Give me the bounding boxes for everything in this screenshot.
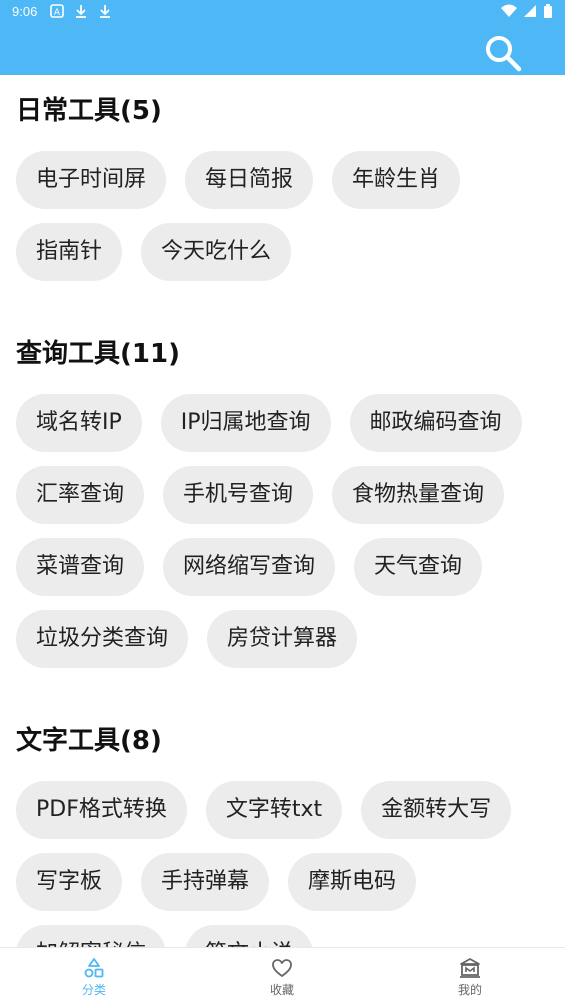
system-icons (501, 3, 553, 19)
tool-chip[interactable]: 加解密秘信 (16, 925, 167, 947)
tool-chip[interactable]: 菜谱查询 (16, 538, 145, 596)
chip-group: 域名转IP IP归属地查询 邮政编码查询 汇率查询 手机号查询 食物热量查询 菜… (16, 394, 556, 682)
nav-item-mine[interactable]: 我的 (410, 948, 530, 1004)
tool-chip[interactable]: 简文小说 (185, 925, 314, 947)
tool-chip[interactable]: 手机号查询 (163, 466, 314, 524)
search-icon[interactable] (484, 34, 522, 72)
notification-app-icon: A (50, 4, 64, 18)
section-text-tools: 文字工具(8) PDF格式转换 文字转txt 金额转大写 写字板 手持弹幕 摩斯… (16, 721, 556, 947)
tool-chip[interactable]: 垃圾分类查询 (16, 610, 189, 668)
wifi-icon (501, 4, 517, 17)
tool-chip[interactable]: 电子时间屏 (16, 151, 167, 209)
tool-chip[interactable]: 邮政编码查询 (349, 394, 522, 452)
tool-chip[interactable]: 写字板 (16, 853, 123, 911)
nav-label: 我的 (457, 983, 482, 997)
svg-text:A: A (54, 8, 61, 18)
app-bar: e 魔盒 (0, 24, 565, 75)
status-bar: 9:06 A (0, 0, 565, 24)
download-icon (76, 5, 86, 18)
status-time: 9:06 (12, 4, 38, 19)
nav-label: 收藏 (269, 983, 294, 997)
heart-icon (272, 959, 292, 977)
tool-chip[interactable]: 网络缩写查询 (163, 538, 336, 596)
section-title: 查询工具(11) (16, 339, 180, 369)
section-title: 文字工具(8) (16, 726, 162, 756)
signal-icon (524, 5, 536, 17)
tool-chip[interactable]: 手持弹幕 (141, 853, 270, 911)
bank-icon (460, 958, 480, 978)
chip-group: 电子时间屏 每日简报 年龄生肖 指南针 今天吃什么 (16, 151, 556, 295)
category-icon (84, 958, 104, 978)
battery-icon (544, 4, 552, 18)
chip-group: PDF格式转换 文字转txt 金额转大写 写字板 手持弹幕 摩斯电码 加解密秘信… (16, 781, 556, 947)
tool-chip[interactable]: 今天吃什么 (141, 223, 292, 281)
nav-label: 分类 (81, 983, 106, 997)
tool-chip[interactable]: 房贷计算器 (207, 610, 358, 668)
tool-chip[interactable]: 每日简报 (185, 151, 314, 209)
tool-chip[interactable]: 金额转大写 (361, 781, 512, 839)
tool-chip[interactable]: 年龄生肖 (332, 151, 461, 209)
bottom-nav: 分类 收藏 我的 (0, 947, 565, 1004)
tool-chip[interactable]: 文字转txt (205, 781, 343, 839)
section-title: 日常工具(5) (16, 96, 162, 126)
tool-chip[interactable]: 食物热量查询 (332, 466, 505, 524)
nav-item-category[interactable]: 分类 (34, 948, 154, 1004)
notification-icons: A (50, 3, 112, 19)
tool-list[interactable]: 日常工具(5) 电子时间屏 每日简报 年龄生肖 指南针 今天吃什么 查询工具(1… (0, 75, 565, 947)
section-query-tools: 查询工具(11) 域名转IP IP归属地查询 邮政编码查询 汇率查询 手机号查询… (16, 334, 556, 682)
tool-chip[interactable]: IP归属地查询 (160, 394, 331, 452)
section-daily-tools: 日常工具(5) 电子时间屏 每日简报 年龄生肖 指南针 今天吃什么 (16, 91, 556, 295)
tool-chip[interactable]: 指南针 (16, 223, 123, 281)
download-icon (100, 5, 110, 18)
tool-chip[interactable]: 汇率查询 (16, 466, 145, 524)
tool-chip[interactable]: 域名转IP (16, 394, 142, 452)
tool-chip[interactable]: 摩斯电码 (288, 853, 417, 911)
nav-item-favorites[interactable]: 收藏 (222, 948, 342, 1004)
tool-chip[interactable]: PDF格式转换 (16, 781, 187, 839)
tool-chip[interactable]: 天气查询 (354, 538, 483, 596)
